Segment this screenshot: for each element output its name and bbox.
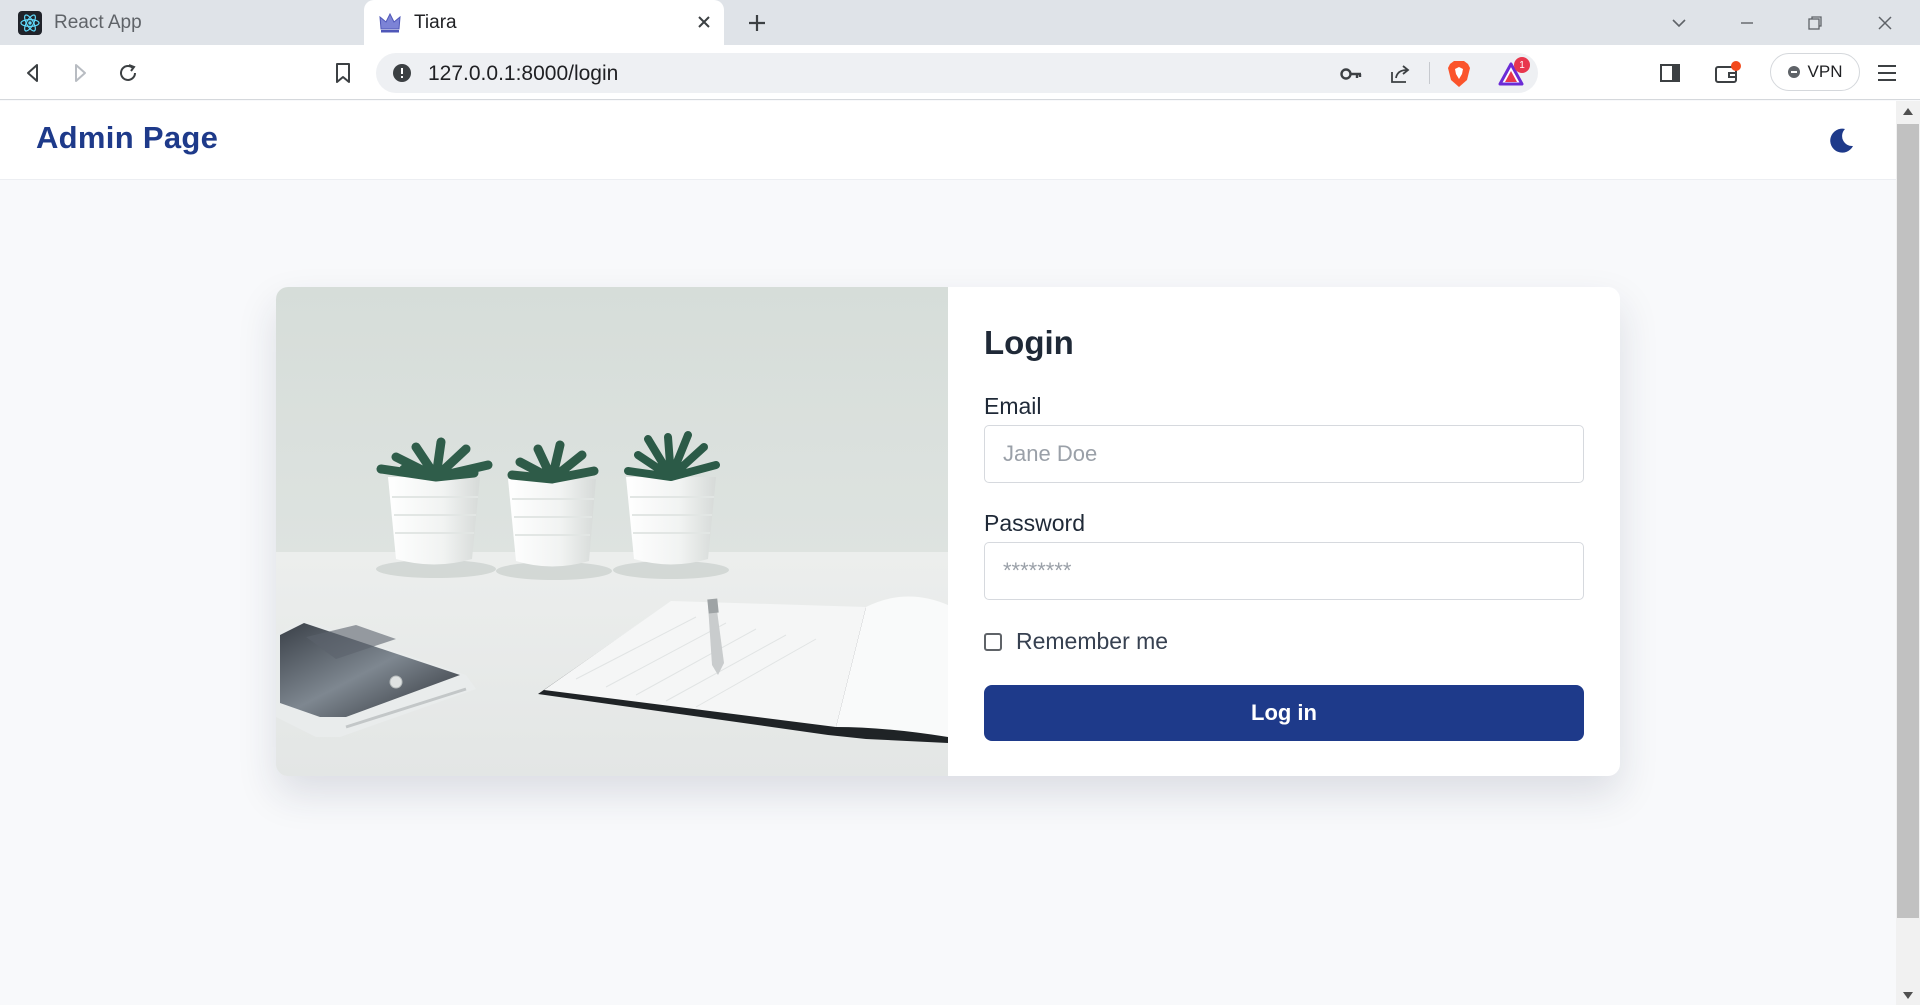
brand-title[interactable]: Admin Page: [36, 120, 218, 156]
email-field[interactable]: [984, 425, 1584, 483]
remember-me-checkbox[interactable]: [984, 632, 1002, 651]
react-logo-icon: [18, 10, 42, 35]
scroll-down-arrow-icon[interactable]: [1903, 992, 1913, 999]
bookmark-icon[interactable]: [326, 56, 360, 90]
remember-me-row[interactable]: Remember me: [984, 628, 1168, 655]
vpn-status-icon: [1787, 66, 1800, 78]
site-info-icon[interactable]: [392, 63, 412, 83]
back-button[interactable]: [16, 56, 50, 90]
menu-icon[interactable]: [1870, 56, 1904, 90]
forward-button[interactable]: [63, 56, 97, 90]
omnibox-divider: [1429, 62, 1430, 84]
scroll-up-arrow-icon[interactable]: [1903, 108, 1913, 115]
moon-icon[interactable]: [1826, 126, 1856, 156]
share-icon[interactable]: [1385, 59, 1415, 89]
scroll-thumb[interactable]: [1897, 124, 1919, 918]
form-title: Login: [984, 324, 1074, 361]
new-tab-button[interactable]: [742, 8, 772, 38]
password-label: Password: [984, 510, 1085, 536]
email-label: Email: [984, 393, 1042, 419]
url-text: 127.0.0.1:8000/login: [428, 62, 619, 85]
browser-toolbar: 127.0.0.1:8000/login 1 VPN: [0, 45, 1920, 100]
crown-icon: [378, 11, 402, 35]
address-bar[interactable]: 127.0.0.1:8000/login 1: [376, 53, 1538, 93]
tab-react-app[interactable]: React App: [0, 0, 364, 45]
remember-me-label[interactable]: Remember me: [1016, 628, 1168, 655]
brave-shields-icon[interactable]: [1444, 59, 1474, 89]
hero-image: [276, 287, 948, 776]
close-tab-icon[interactable]: [692, 10, 716, 34]
tab-tiara[interactable]: Tiara: [364, 0, 724, 45]
login-card: Login Email Password Remember me Log in: [276, 287, 1620, 776]
vpn-button[interactable]: VPN: [1770, 53, 1860, 91]
page-header: Admin Page: [0, 101, 1896, 180]
tab-label: React App: [54, 11, 142, 33]
tab-search-chevron-icon[interactable]: [1664, 8, 1694, 38]
notification-badge: 1: [1514, 57, 1530, 73]
login-form: Login Email Password Remember me Log in: [948, 287, 1620, 776]
login-button[interactable]: Log in: [984, 685, 1584, 741]
reload-button[interactable]: [111, 56, 145, 90]
wallet-icon[interactable]: [1711, 56, 1745, 90]
password-field[interactable]: [984, 542, 1584, 600]
close-window-icon[interactable]: [1870, 8, 1900, 38]
sidebar-toggle-icon[interactable]: [1653, 56, 1687, 90]
minimize-icon[interactable]: [1732, 8, 1762, 38]
tab-label: Tiara: [414, 11, 457, 33]
brave-rewards-icon[interactable]: 1: [1496, 57, 1530, 89]
browser-tab-bar: React App Tiara: [0, 0, 1920, 45]
page-scrollbar[interactable]: [1896, 101, 1920, 1005]
key-icon[interactable]: [1336, 59, 1366, 89]
vpn-label: VPN: [1807, 62, 1843, 81]
restore-icon[interactable]: [1800, 8, 1830, 38]
